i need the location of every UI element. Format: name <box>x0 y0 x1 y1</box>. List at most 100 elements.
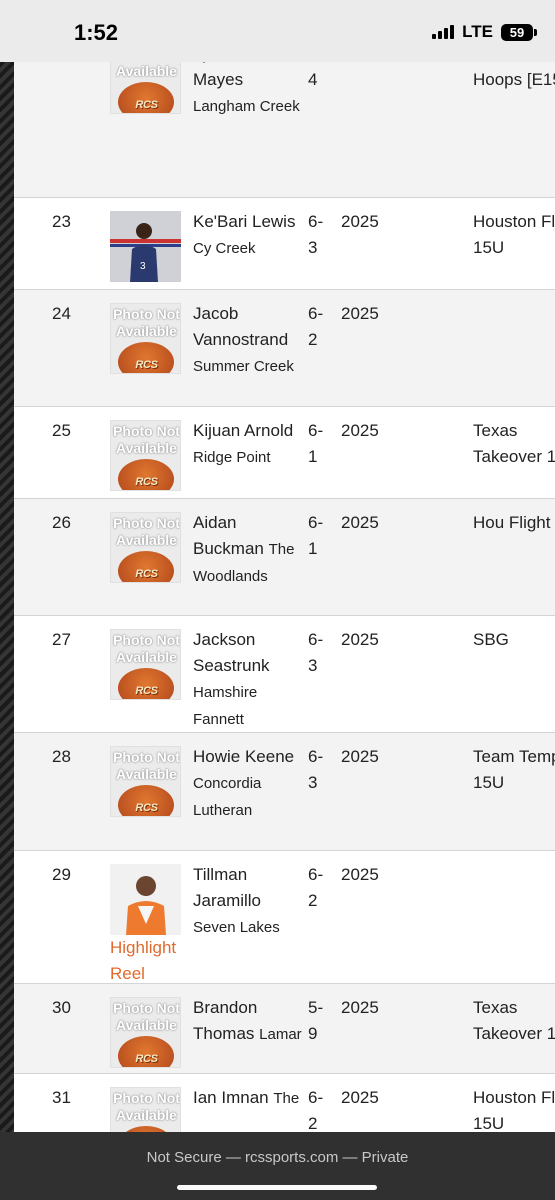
player-name-cell: Jackson Seastrunk Hamshire Fannett <box>193 627 303 733</box>
placeholder-line1: Photo Not <box>113 1090 180 1106</box>
page-background-left <box>0 62 14 1132</box>
rank-number: 25 <box>52 421 71 440</box>
player-name-cell: Brandon Thomas Lamar <box>193 995 303 1048</box>
placeholder-line2: Available <box>116 649 177 665</box>
player-school: The <box>273 1090 300 1107</box>
player-school: Langham Creek <box>193 98 300 115</box>
svg-text:3: 3 <box>140 261 146 272</box>
photo-cell: Highlight Reel <box>110 864 182 987</box>
player-name[interactable]: Brandon Thomas <box>193 998 257 1043</box>
height-inches: 3 <box>308 773 318 792</box>
player-name[interactable]: Ke'Bari Lewis <box>193 212 295 231</box>
player-name[interactable]: Tyrus Rathan Mayes <box>193 62 294 89</box>
height-cell: 6- 3 <box>308 744 332 796</box>
class-year: 2025 <box>341 62 401 67</box>
table-row: 22 Photo NotAvailable RCS SPORTS Tyrus Rath… <box>14 62 555 198</box>
player-name-cell: Tillman Jaramillo Seven Lakes <box>193 862 303 941</box>
rank-number: 31 <box>52 1088 71 1107</box>
height-inches: 3 <box>308 656 318 675</box>
status-bar: 1:52 LTE 59 <box>0 0 555 62</box>
height-feet: 6- <box>308 62 323 63</box>
placeholder-line1: Photo Not <box>113 515 180 531</box>
height-inches: 3 <box>308 238 318 257</box>
player-name[interactable]: Jacob Vannostrand <box>193 304 288 349</box>
placeholder-line2: Available <box>116 440 177 456</box>
photo-cell: Photo NotAvailableRCS SPORTS <box>110 62 182 114</box>
player-photo[interactable] <box>110 864 181 935</box>
player-school: Concordia Lutheran <box>193 775 262 819</box>
photo-cell: Photo NotAvailableRCS SPORTS <box>110 1087 182 1132</box>
player-name[interactable]: Tillman Jaramillo <box>193 865 261 910</box>
photo-placeholder-text: Photo NotAvailable <box>111 423 180 457</box>
photo-placeholder-text: Photo NotAvailable <box>111 749 180 783</box>
placeholder-line2: Available <box>116 1017 177 1033</box>
player-school: Cy Creek <box>193 240 256 257</box>
photo-placeholder-text: Photo NotAvailable <box>111 1000 180 1034</box>
height-inches: 1 <box>308 447 318 466</box>
class-year: 2025 <box>341 630 379 649</box>
player-name[interactable]: Jackson Seastrunk <box>193 630 270 675</box>
photo-not-available-image: Photo NotAvailableRCS SPORTS <box>110 629 181 700</box>
height-inches: 2 <box>308 1114 318 1132</box>
table-row: 28 Photo NotAvailable RCS SPORTS Howie Keen… <box>14 733 555 851</box>
rank-number: 22 <box>52 62 92 67</box>
placeholder-line2: Available <box>116 532 177 548</box>
photo-placeholder-text: Photo NotAvailable <box>111 1090 180 1124</box>
height-feet: 6- <box>308 1088 324 1107</box>
height-cell: 6- 2 <box>308 301 332 353</box>
player-name[interactable]: Aidan Buckman <box>193 513 264 558</box>
height-cell: 6- 1 <box>308 418 332 470</box>
home-indicator[interactable] <box>177 1185 377 1190</box>
rcs-logo: RCS SPORTS <box>135 476 158 488</box>
rank-number: 23 <box>52 212 71 231</box>
rcs-logo: RCS SPORTS <box>135 1053 158 1065</box>
table-row: 31 Photo NotAvailableRCS SPORTS Ian Imnan … <box>14 1074 555 1132</box>
photo-not-available-image: Photo NotAvailableRCS SPORTS <box>110 1087 181 1132</box>
battery-level: 59 <box>501 23 533 41</box>
height-cell: 6- 1 <box>308 510 332 562</box>
photo-placeholder-text: Photo NotAvailable <box>111 306 180 340</box>
class-year: 2025 <box>341 304 379 323</box>
photo-cell: Photo NotAvailable RCS SPORTS <box>110 997 182 1068</box>
rcs-logo: RCS SPORTS <box>135 359 158 371</box>
height-feet: 6- <box>308 212 324 231</box>
player-name[interactable]: Howie Keene <box>193 747 294 766</box>
travel-team: Texas Takeover 15U <box>473 998 555 1043</box>
signal-icon <box>432 25 455 39</box>
network-type: LTE <box>462 22 493 41</box>
status-time: 1:52 <box>74 20 119 45</box>
player-school: Seven Lakes <box>193 919 280 936</box>
height-feet: 6- <box>308 421 324 440</box>
page-content[interactable]: 22Photo NotAvailableRCS SPORTSTyrus Rath… <box>14 62 555 1132</box>
rcs-logo: RCS SPORTS <box>135 802 158 814</box>
player-name-cell: Kijuan Arnold Ridge Point <box>193 418 303 471</box>
rank-number: 27 <box>52 630 71 649</box>
height-feet: 6- <box>308 513 324 532</box>
player-name-cell: Howie Keene Concordia Lutheran <box>193 744 303 824</box>
height-inches: 2 <box>308 330 318 349</box>
rcs-logo: RCS SPORTS <box>135 568 158 580</box>
rcs-logo: RCS SPORTS <box>135 99 158 111</box>
photo-cell: Photo NotAvailable RCS SPORTS <box>110 512 182 583</box>
player-name[interactable]: Ian Imnan <box>193 1088 269 1107</box>
highlight-reel-link[interactable]: Highlight Reel <box>110 935 182 987</box>
rank-number: 28 <box>52 747 71 766</box>
player-name[interactable]: Kijuan Arnold <box>193 421 293 440</box>
player-photo[interactable]: 3 <box>110 211 181 282</box>
status-icons: LTE 59 <box>432 22 537 42</box>
height-cell: 6- 2 <box>308 862 332 914</box>
travel-team: Houston Flight 15U <box>473 1088 555 1132</box>
height-feet: 6- <box>308 747 324 766</box>
player-name-cell: Aidan Buckman The Woodlands <box>193 510 303 590</box>
height-feet: 6- <box>308 865 324 884</box>
player-school: Lamar <box>259 1026 302 1043</box>
class-year: 2025 <box>341 421 379 440</box>
photo-not-available-image: Photo NotAvailableRCS SPORTS <box>110 62 181 114</box>
travel-team: Houston Flight 15U <box>473 212 555 257</box>
url-bar[interactable]: Not Secure — rcssports.com — Private <box>0 1149 555 1166</box>
table-row: 24 Photo NotAvailable RCS SPORTS Jacob Vann… <box>14 290 555 407</box>
height-inches: 2 <box>308 891 318 910</box>
placeholder-line2: Available <box>116 766 177 782</box>
player-name-cell: Tyrus Rathan Mayes Langham Creek <box>193 62 303 120</box>
table-row: 23 3 Ke'Bari Lewis Cy Creek 6- 3 2025 Houston … <box>14 198 555 290</box>
